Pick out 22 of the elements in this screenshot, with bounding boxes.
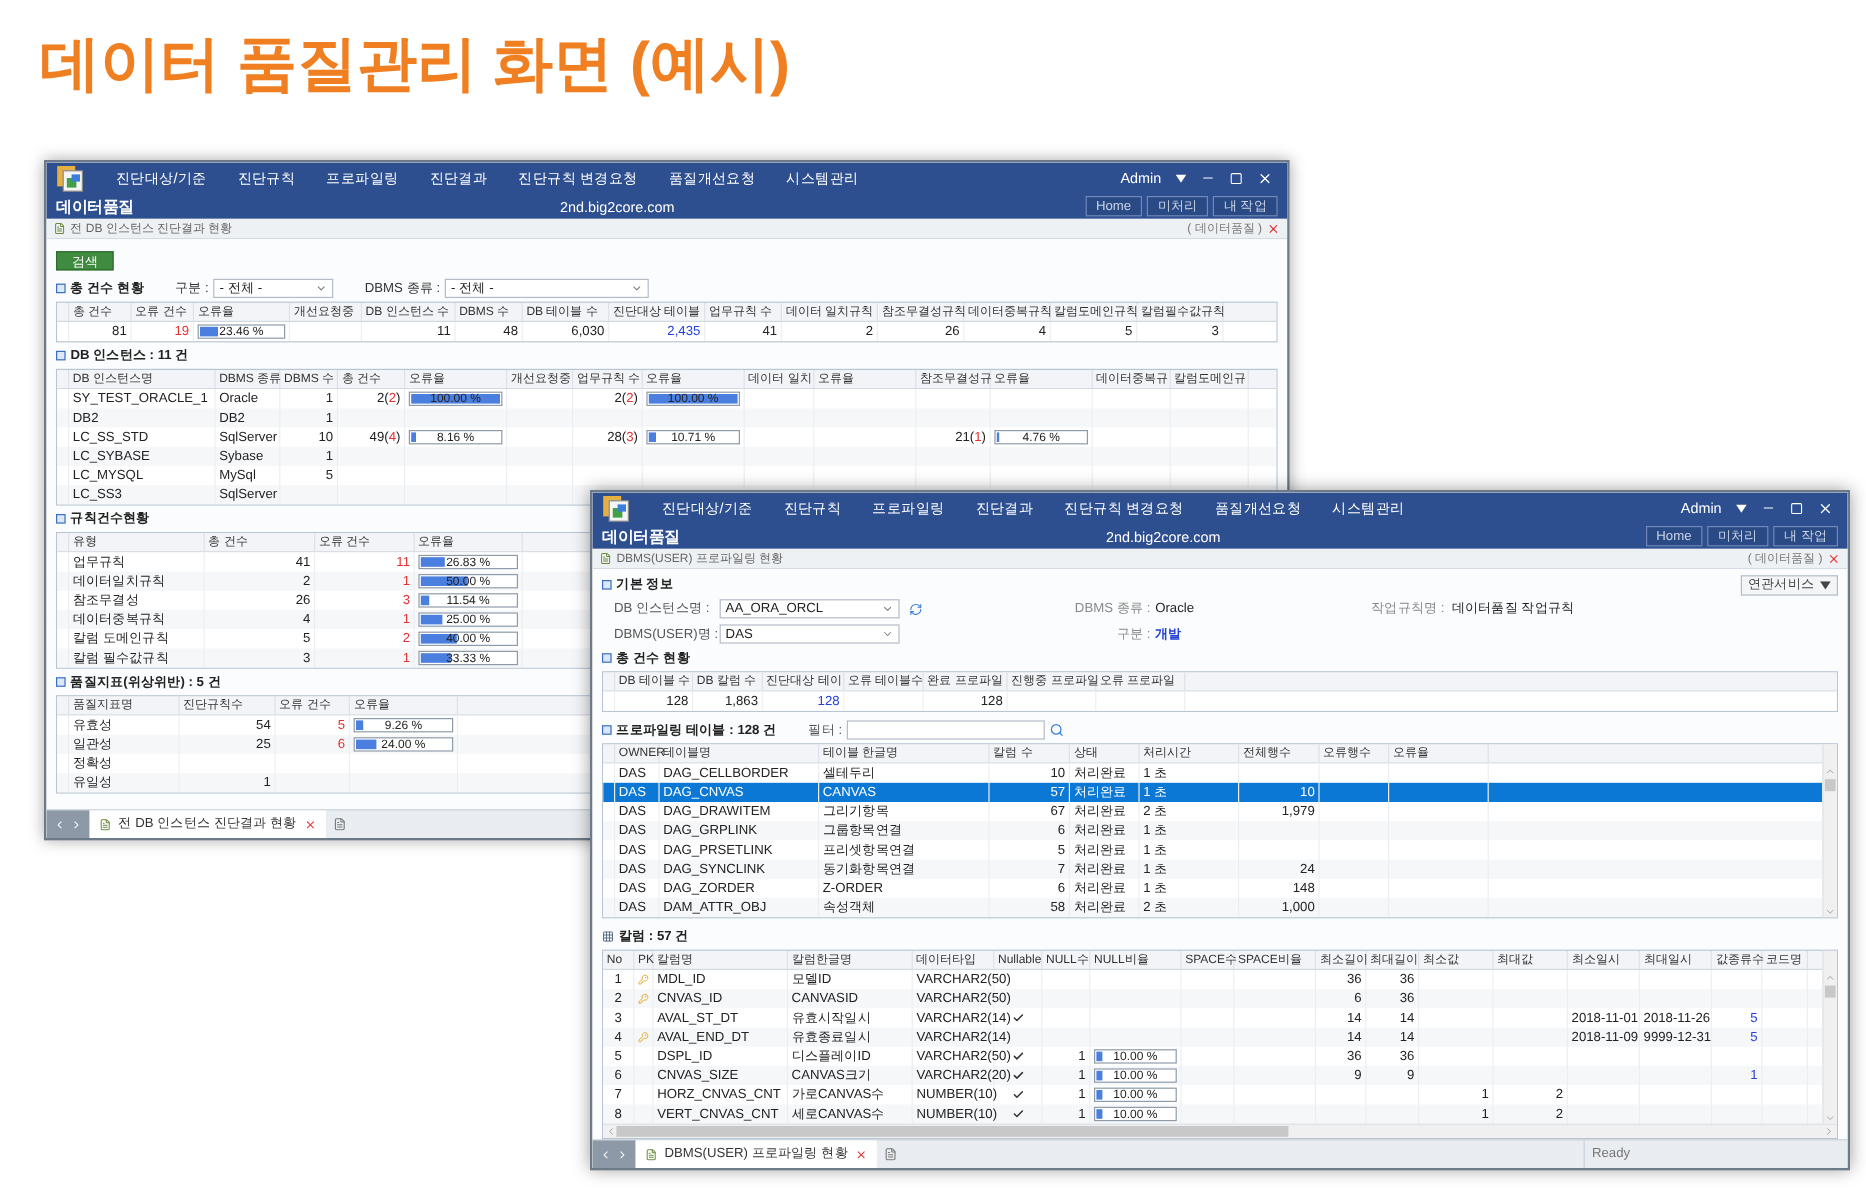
page-heading: 데이터 품질관리 화면 (예시) [40,30,792,102]
close-icon[interactable] [1817,500,1834,516]
scroll-thumb[interactable] [1824,779,1836,792]
horizontal-scrollbar[interactable] [603,1123,1837,1138]
caret-icon [1175,173,1187,183]
section-icon [56,677,66,687]
vertical-scrollbar[interactable] [1822,744,1837,918]
folder-icon [56,163,85,193]
section-icon [56,514,66,524]
caret-icon [1820,580,1831,589]
section-icon [56,350,66,361]
check-icon [1011,1012,1024,1024]
vertical-scrollbar[interactable] [1822,950,1837,1124]
scroll-thumb[interactable] [1824,985,1836,998]
section-icon [56,283,66,294]
section-icon [602,725,612,735]
section-icon [602,580,612,590]
caret-icon [1736,503,1747,513]
folder-icon [602,493,631,523]
filter-field[interactable] [846,720,1045,740]
scroll-thumb[interactable] [616,1126,1289,1137]
section-icon [602,653,612,664]
